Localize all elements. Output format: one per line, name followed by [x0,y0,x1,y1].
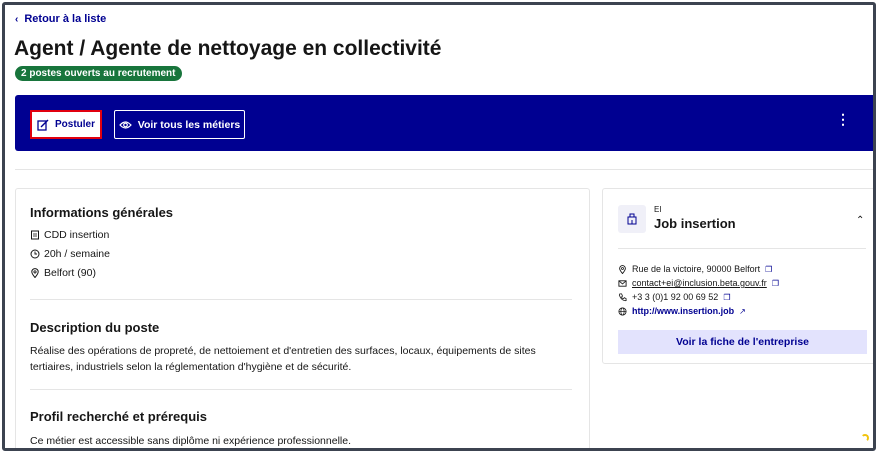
company-website: http://www.insertion.job ↗ [618,306,746,316]
general-info-title: Informations générales [30,205,174,220]
copy-icon[interactable]: ❐ [765,265,772,274]
loading-indicator-icon [861,434,869,442]
company-phone: +3 3 (0)1 92 00 69 52 ❐ [618,292,731,302]
job-location: Belfort (90) [30,267,96,279]
hours-label: 20h / semaine [44,248,110,260]
company-type: EI [654,205,662,214]
page-frame: ‹ Retour à la liste Agent / Agente de ne… [2,2,876,451]
contract-label: CDD insertion [44,229,110,241]
company-card: EI Job insertion ⌃ Rue de la victoire, 9… [602,188,873,364]
profile-text: Ce métier est accessible sans diplôme ni… [30,435,351,447]
company-name: Job insertion [654,216,736,231]
action-banner: Postuler Voir tous les métiers ⋮ [15,95,873,151]
working-hours: 20h / semaine [30,248,110,260]
map-pin-icon [619,264,626,274]
mail-icon [618,279,627,287]
openings-badge: 2 postes ouverts au recrutement [15,66,182,81]
divider [618,248,866,249]
building-icon [618,205,646,233]
back-label: Retour à la liste [24,13,107,25]
all-jobs-label: Voir tous les métiers [137,118,241,131]
description-title: Description du poste [30,320,160,335]
job-details-card: Informations générales CDD insertion 20h… [15,188,590,448]
apply-button[interactable]: Postuler [30,110,102,139]
contract-type: CDD insertion [30,229,109,241]
company-profile-button[interactable]: Voir la fiche de l'entreprise [618,330,867,354]
edit-icon [37,119,49,131]
copy-icon[interactable]: ❐ [723,293,730,302]
clock-icon [30,249,40,259]
all-jobs-button[interactable]: Voir tous les métiers [114,110,245,139]
email-link[interactable]: contact+ei@inclusion.beta.gouv.fr [632,278,767,288]
back-to-list-link[interactable]: ‹ Retour à la liste [15,13,106,25]
job-title: Agent / Agente de nettoyage en collectiv… [14,37,442,60]
copy-icon[interactable]: ❐ [772,279,779,288]
description-text: Réalise des opérations de propreté, de n… [30,345,536,373]
map-pin-icon [31,268,39,278]
website-link[interactable]: http://www.insertion.job [632,306,734,316]
chevron-left-icon: ‹ [15,13,19,25]
phone-icon [618,292,627,301]
more-options-icon[interactable]: ⋮ [836,112,850,126]
divider [30,299,572,300]
chevron-up-icon[interactable]: ⌃ [856,215,864,226]
profile-title: Profil recherché et prérequis [30,409,208,424]
company-email: contact+ei@inclusion.beta.gouv.fr ❐ [618,278,779,288]
eye-icon [118,120,132,129]
globe-icon [618,306,627,316]
company-address: Rue de la victoire, 90000 Belfort ❐ [618,264,772,274]
phone-text: +3 3 (0)1 92 00 69 52 [632,292,719,302]
section-divider [15,169,873,170]
address-text: Rue de la victoire, 90000 Belfort [632,264,761,274]
location-label: Belfort (90) [44,267,96,279]
apply-label: Postuler [54,119,95,130]
document-icon [31,230,39,240]
divider [30,389,572,390]
external-link-icon[interactable]: ↗ [739,307,746,316]
